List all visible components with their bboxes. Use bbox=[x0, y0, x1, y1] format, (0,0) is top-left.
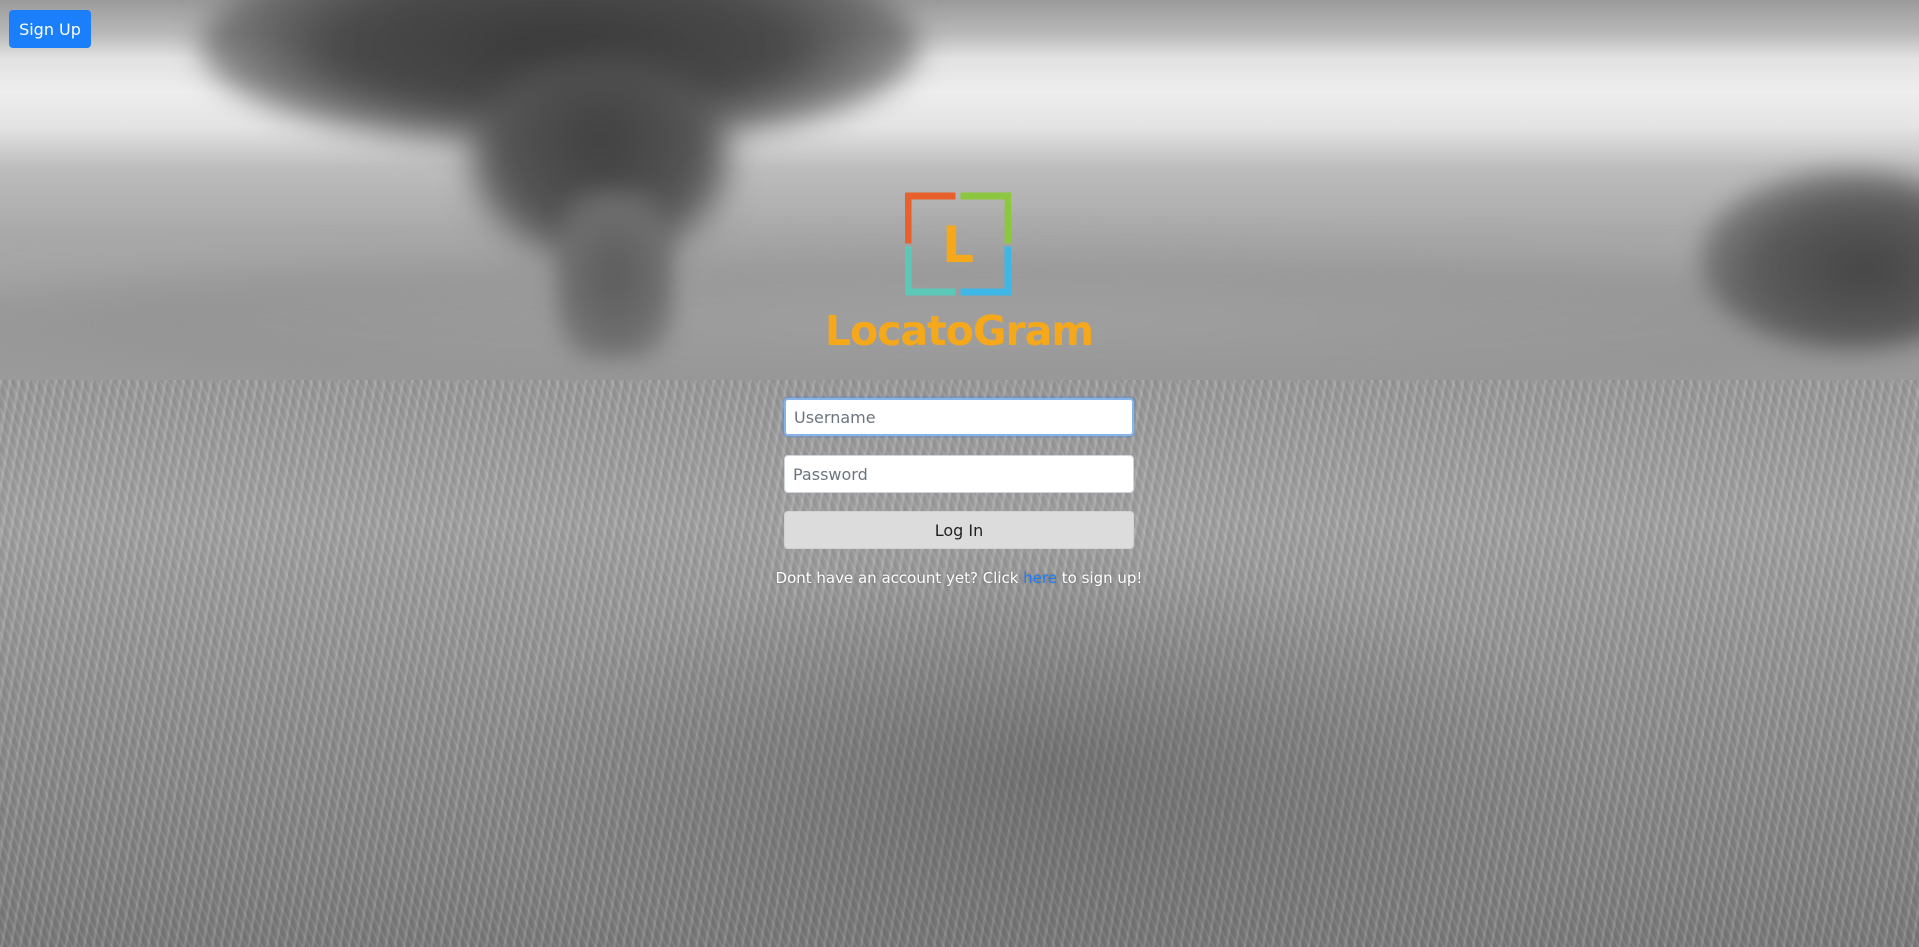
logo-letter: L bbox=[942, 216, 974, 274]
signup-button[interactable]: Sign Up bbox=[9, 10, 91, 48]
signup-here-link[interactable]: here bbox=[1023, 569, 1057, 587]
login-button[interactable]: Log In bbox=[784, 511, 1134, 549]
brand-name: LocatoGram bbox=[824, 307, 1094, 355]
signup-prompt-after: to sign up! bbox=[1057, 569, 1143, 587]
login-page: Sign Up L LocatoGram Log In Dont have an… bbox=[0, 0, 1919, 947]
signup-prompt: Dont have an account yet? Click here to … bbox=[720, 566, 1198, 590]
locatogram-logo-icon: L bbox=[905, 192, 1011, 296]
signup-prompt-before: Dont have an account yet? Click bbox=[775, 569, 1024, 587]
background-tree-trunk bbox=[555, 190, 675, 360]
password-input[interactable] bbox=[784, 455, 1134, 493]
username-input[interactable] bbox=[784, 398, 1134, 436]
